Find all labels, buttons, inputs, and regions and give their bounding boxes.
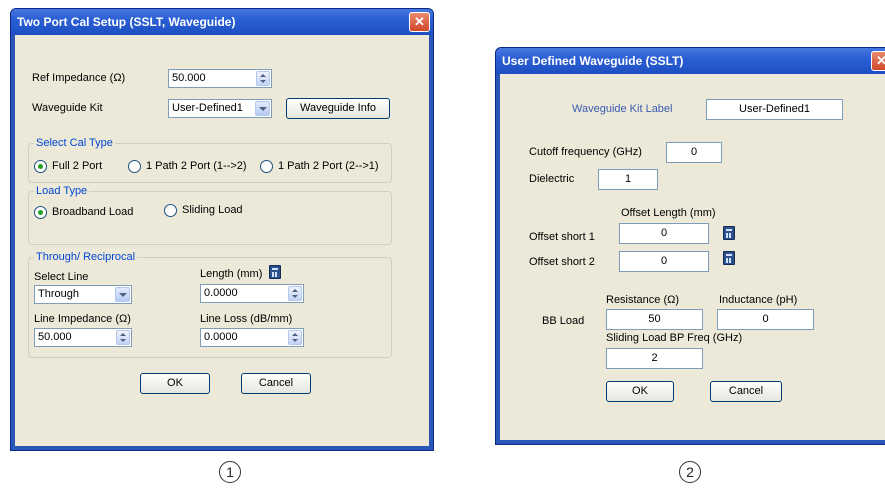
sliding-load-label[interactable]: Sliding Load: [182, 204, 243, 216]
dielectric-input[interactable]: 1: [598, 169, 658, 190]
offset-short-1-label: Offset short 1: [529, 231, 595, 243]
line-impedance-value: 50.000: [38, 331, 72, 343]
line-loss-value: 0.0000: [204, 331, 238, 343]
full-2-port-label[interactable]: Full 2 Port: [52, 160, 102, 172]
offset-short-2-label: Offset short 2: [529, 256, 595, 268]
dialog2-title: User Defined Waveguide (SSLT): [502, 54, 684, 68]
waveguide-kit-label-label: Waveguide Kit Label: [572, 103, 673, 115]
cutoff-frequency-label: Cutoff frequency (GHz): [529, 146, 642, 158]
dialog1-titlebar[interactable]: Two Port Cal Setup (SSLT, Waveguide) ✕: [11, 9, 433, 35]
waveguide-kit-value: User-Defined1: [172, 102, 243, 114]
dialog2-titlebar[interactable]: User Defined Waveguide (SSLT) ✕: [496, 48, 885, 74]
close-icon[interactable]: ✕: [871, 51, 885, 71]
resistance-input[interactable]: 50: [606, 309, 703, 330]
load-type-group: Load Type Broadband Load Sliding Load: [28, 185, 392, 245]
resistance-label: Resistance (Ω): [606, 294, 680, 306]
two-port-cal-setup-dialog: Two Port Cal Setup (SSLT, Waveguide) ✕ R…: [10, 8, 434, 451]
cutoff-frequency-input[interactable]: 0: [666, 142, 722, 163]
1-path-2-port-1-2-label[interactable]: 1 Path 2 Port (1-->2): [146, 160, 247, 172]
ok-button[interactable]: OK: [140, 373, 210, 394]
length-input[interactable]: 0.0000: [200, 284, 304, 303]
ref-impedance-input[interactable]: 50.000: [168, 69, 272, 88]
cancel-button[interactable]: Cancel: [710, 381, 782, 402]
spin-arrows-icon[interactable]: [288, 286, 302, 301]
dropdown-arrow-icon[interactable]: [115, 287, 130, 302]
waveguide-kit-select[interactable]: User-Defined1: [168, 99, 272, 118]
select-line-select[interactable]: Through: [34, 285, 132, 304]
1-path-2-port-2-1-label[interactable]: 1 Path 2 Port (2-->1): [278, 160, 379, 172]
through-group-title: Through/ Reciprocal: [34, 251, 138, 263]
callout-1: 1: [219, 461, 241, 483]
dialog1-title: Two Port Cal Setup (SSLT, Waveguide): [17, 15, 236, 29]
waveguide-kit-label: Waveguide Kit: [32, 102, 103, 114]
line-impedance-label: Line Impedance (Ω): [34, 313, 131, 325]
sliding-load-bp-freq-label: Sliding Load BP Freq (GHz): [606, 332, 743, 344]
1-path-2-port-2-1-radio[interactable]: [260, 160, 273, 173]
dialog1-client: Ref Impedance (Ω) 50.000 Waveguide Kit U…: [15, 35, 429, 446]
sliding-load-bp-freq-input[interactable]: 2: [606, 348, 703, 369]
length-value: 0.0000: [204, 287, 238, 299]
ref-impedance-value: 50.000: [172, 72, 206, 84]
ok-button[interactable]: OK: [606, 381, 674, 402]
broadband-load-label[interactable]: Broadband Load: [52, 206, 133, 218]
1-path-2-port-1-2-radio[interactable]: [128, 160, 141, 173]
callout-2: 2: [679, 461, 701, 483]
calculator-icon[interactable]: [723, 251, 735, 265]
dialog2-client: Waveguide Kit Label User-Defined1 Cutoff…: [500, 74, 885, 440]
line-loss-input[interactable]: 0.0000: [200, 328, 304, 347]
load-type-group-title: Load Type: [34, 185, 90, 197]
cal-type-group-title: Select Cal Type: [34, 137, 115, 149]
waveguide-kit-label-input[interactable]: User-Defined1: [706, 99, 843, 120]
cal-type-group: Select Cal Type Full 2 Port 1 Path 2 Por…: [28, 137, 392, 183]
dropdown-arrow-icon[interactable]: [255, 101, 270, 116]
through-reciprocal-group: Through/ Reciprocal Select Line Through …: [28, 251, 392, 358]
full-2-port-radio[interactable]: [34, 160, 47, 173]
inductance-label: Inductance (pH): [719, 294, 798, 306]
line-loss-label: Line Loss (dB/mm): [200, 313, 293, 325]
calculator-icon[interactable]: [723, 226, 735, 240]
select-line-label: Select Line: [34, 271, 89, 283]
spin-arrows-icon[interactable]: [116, 330, 130, 345]
offset-short-1-input[interactable]: 0: [619, 223, 709, 244]
dielectric-label: Dielectric: [529, 173, 575, 185]
offset-length-header: Offset Length (mm): [621, 207, 716, 219]
select-line-value: Through: [38, 288, 79, 300]
bb-load-label: BB Load: [542, 315, 585, 327]
waveguide-info-button[interactable]: Waveguide Info: [286, 98, 390, 119]
inductance-input[interactable]: 0: [717, 309, 814, 330]
cancel-button[interactable]: Cancel: [241, 373, 311, 394]
calculator-icon[interactable]: [269, 265, 281, 279]
user-defined-waveguide-dialog: User Defined Waveguide (SSLT) ✕ Waveguid…: [495, 47, 885, 445]
sliding-load-radio[interactable]: [164, 204, 177, 217]
broadband-load-radio[interactable]: [34, 206, 47, 219]
spin-arrows-icon[interactable]: [288, 330, 302, 345]
offset-short-2-input[interactable]: 0: [619, 251, 709, 272]
spin-arrows-icon[interactable]: [256, 71, 270, 86]
close-icon[interactable]: ✕: [409, 12, 430, 32]
line-impedance-input[interactable]: 50.000: [34, 328, 132, 347]
length-label: Length (mm): [200, 268, 263, 280]
ref-impedance-label: Ref Impedance (Ω): [32, 72, 126, 84]
